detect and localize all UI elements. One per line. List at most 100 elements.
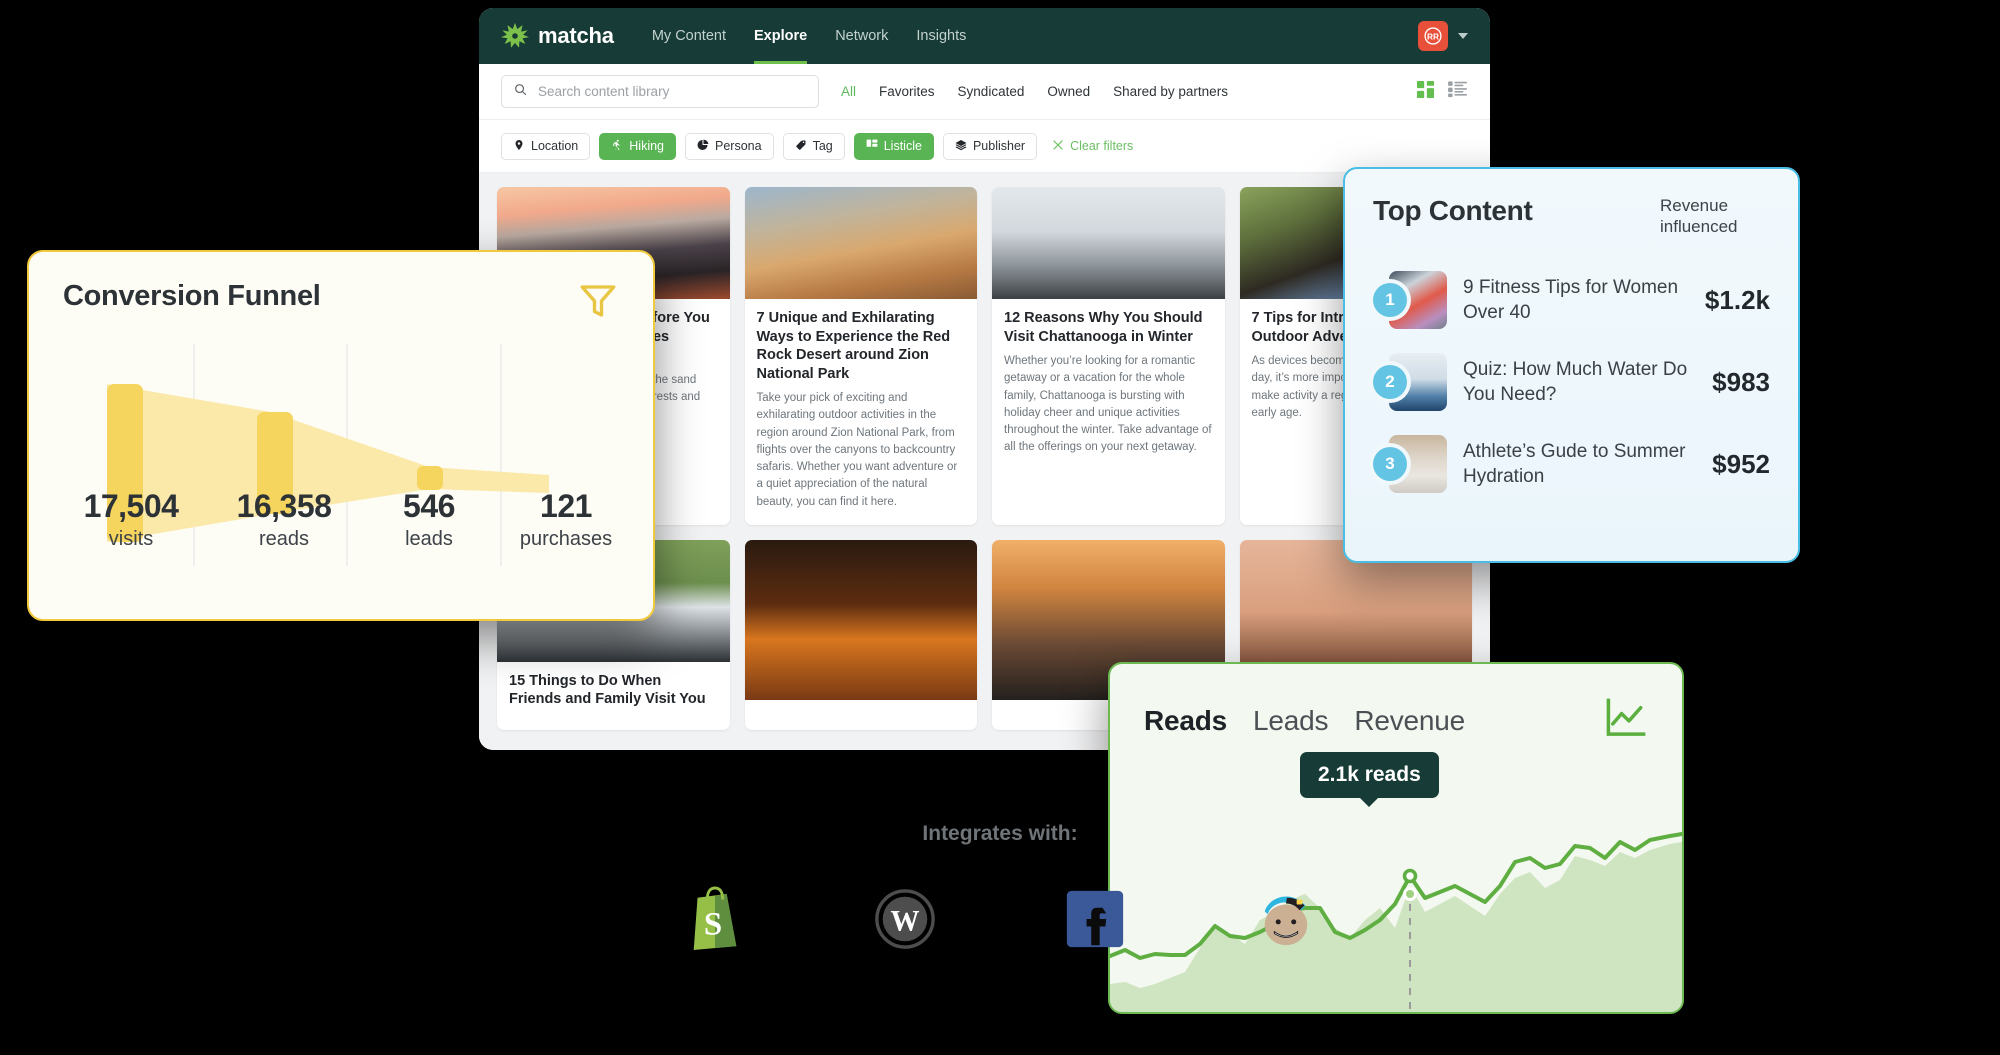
nav-item-my-content[interactable]: My Content [652, 8, 726, 64]
funnel-stage-value: 546 [403, 488, 455, 524]
search-row: All Favorites Syndicated Owned Shared by… [479, 64, 1490, 120]
pie-icon [697, 139, 709, 154]
filter-publisher[interactable]: Publisher [942, 132, 1038, 160]
filter-hiking[interactable]: Hiking [599, 132, 677, 160]
segment-syndicated[interactable]: Syndicated [958, 84, 1025, 99]
rank-badge: 2 [1373, 364, 1407, 399]
funnel-stage-label: purchases [519, 528, 613, 550]
filter-persona[interactable]: Persona [685, 132, 774, 160]
account-chevron-down-icon[interactable] [1458, 33, 1468, 39]
funnel-stage-leads: 546 leads [359, 490, 499, 551]
brand-name: matcha [538, 23, 614, 48]
funnel-title: Conversion Funnel [63, 280, 321, 312]
filter-tag-label: Tag [812, 139, 833, 153]
card-body: 15 Things to Do When Friends and Family … [497, 662, 730, 730]
funnel-stage-purchases: 121 purchases [481, 490, 651, 551]
item-revenue: $1.2k [1704, 285, 1770, 315]
item-title: 9 Fitness Tips for Women Over 40 [1463, 276, 1679, 323]
conversion-funnel-card: Conversion Funnel 17,504 visits 16,358 r… [27, 250, 655, 621]
card-thumbnail [744, 187, 977, 299]
tag-icon [795, 139, 807, 154]
filters-row: Location Hiking Persona Tag Listicle Pub… [479, 120, 1490, 173]
facebook-logo [1058, 882, 1132, 956]
card-body: 7 Unique and Exhilarating Ways to Experi… [745, 299, 978, 525]
segment-owned[interactable]: Owned [1047, 84, 1090, 99]
item-revenue: $983 [1712, 367, 1770, 397]
integrations-section: Integrates with: S W [0, 822, 2000, 956]
shopify-logo: S [678, 882, 752, 956]
rank-thumbnail: 3 [1373, 434, 1447, 495]
top-content-header: Top Content Revenue influenced [1373, 195, 1770, 238]
nav-item-explore[interactable]: Explore [754, 8, 808, 64]
listicle-icon [866, 139, 878, 154]
filter-listicle-label: Listicle [883, 139, 922, 153]
filter-publisher-label: Publisher [972, 139, 1026, 153]
nav-right: RR [1418, 21, 1468, 51]
hiker-icon [611, 139, 623, 154]
content-card[interactable] [744, 539, 977, 731]
search-box[interactable] [501, 75, 819, 108]
top-content-card: Top Content Revenue influenced 1 9 Fitne… [1343, 167, 1800, 563]
segment-shared-by-partners[interactable]: Shared by partners [1113, 84, 1228, 99]
app-top-nav: matcha My Content Explore Network Insigh… [479, 8, 1490, 64]
filter-location-label: Location [531, 139, 579, 153]
clear-filters-label: Clear filters [1070, 139, 1134, 153]
funnel-header: Conversion Funnel [29, 252, 653, 327]
filter-hiking-label: Hiking [629, 139, 665, 153]
card-description: Take your pick of exciting and exhilarat… [756, 392, 958, 508]
nav-item-insights[interactable]: Insights [916, 8, 966, 64]
item-revenue: $952 [1712, 449, 1770, 479]
card-title: 12 Reasons Why You Should Visit Chattano… [1004, 310, 1203, 345]
funnel-stage-label: reads [258, 528, 310, 550]
card-body: 12 Reasons Why You Should Visit Chattano… [992, 299, 1225, 471]
tab-revenue[interactable]: Revenue [1354, 705, 1465, 737]
list-view-icon[interactable] [1448, 80, 1468, 103]
card-title: 7 Unique and Exhilarating Ways to Experi… [756, 310, 951, 382]
list-item[interactable]: 3 Athlete’s Gude to Summer Hydration $95… [1373, 424, 1770, 506]
avatar[interactable]: RR [1418, 21, 1448, 51]
mailchimp-logo [1248, 882, 1322, 956]
grid-view-icon[interactable] [1416, 80, 1435, 104]
filter-persona-label: Persona [715, 139, 762, 153]
revenue-influenced-header: Revenue influenced [1660, 196, 1738, 237]
list-item[interactable]: 2 Quiz: How Much Water Do You Need? $983 [1373, 342, 1770, 424]
item-title: Athlete’s Gude to Summer Hydration [1463, 440, 1686, 487]
tab-reads[interactable]: Reads [1144, 705, 1227, 737]
nav-item-network[interactable]: Network [835, 8, 888, 64]
integrations-label: Integrates with: [922, 822, 1078, 845]
card-thumbnail [744, 539, 977, 700]
tab-leads[interactable]: Leads [1253, 705, 1328, 737]
card-thumbnail [992, 187, 1225, 299]
hero-composition: matcha My Content Explore Network Insigh… [0, 0, 2000, 1055]
funnel-chart [29, 344, 653, 594]
content-card[interactable]: 7 Unique and Exhilarating Ways to Experi… [744, 187, 978, 525]
rank-badge: 1 [1373, 282, 1407, 317]
metrics-tabs: Reads Leads Revenue [1110, 664, 1682, 745]
filter-location[interactable]: Location [501, 132, 591, 160]
view-toggles [1416, 80, 1468, 104]
svg-text:W: W [890, 906, 919, 938]
filter-tag[interactable]: Tag [782, 132, 845, 160]
card-title: 15 Things to Do When Friends and Family … [509, 672, 706, 708]
funnel-icon [577, 280, 619, 327]
rank-badge: 3 [1373, 446, 1407, 481]
content-card[interactable]: 12 Reasons Why You Should Visit Chattano… [992, 187, 1225, 525]
top-content-title: Top Content [1373, 195, 1533, 226]
segment-links: All Favorites Syndicated Owned Shared by… [841, 84, 1228, 99]
funnel-stage-visits: 17,504 visits [51, 490, 211, 551]
segment-favorites[interactable]: Favorites [879, 84, 935, 99]
clear-filters-button[interactable]: Clear filters [1052, 139, 1133, 154]
funnel-stage-value: 121 [540, 488, 592, 524]
search-input[interactable] [536, 83, 807, 100]
wordpress-logo: W [868, 882, 942, 956]
funnel-shape [107, 344, 549, 566]
svg-text:RR: RR [1427, 31, 1439, 41]
funnel-stage-label: leads [405, 528, 453, 550]
rank-thumbnail: 1 [1373, 270, 1447, 331]
list-item[interactable]: 1 9 Fitness Tips for Women Over 40 $1.2k [1373, 260, 1770, 342]
segment-all[interactable]: All [841, 84, 856, 99]
brand[interactable]: matcha [501, 22, 614, 50]
stack-icon [955, 139, 967, 154]
filter-listicle[interactable]: Listicle [853, 132, 934, 160]
funnel-stage-reads: 16,358 reads [204, 490, 364, 551]
